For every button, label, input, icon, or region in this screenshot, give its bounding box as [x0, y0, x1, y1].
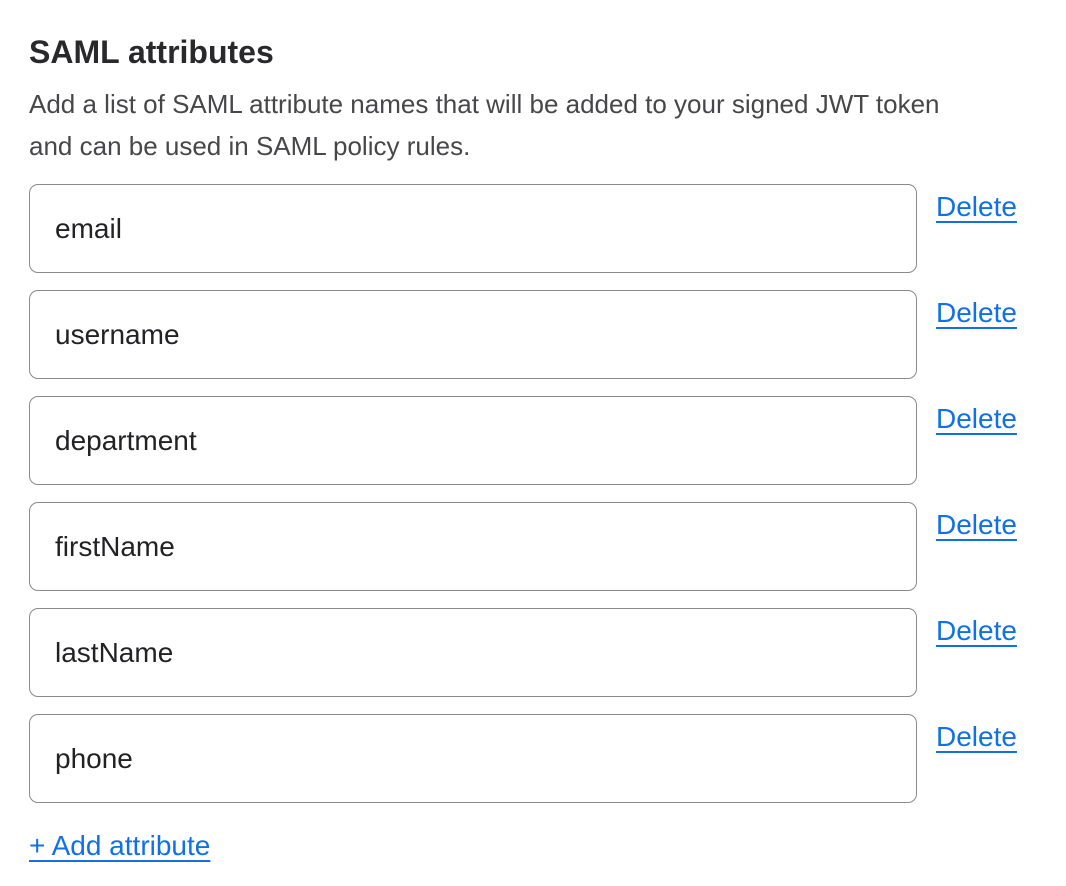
- saml-attributes-section: SAML attributes Add a list of SAML attri…: [0, 0, 1066, 886]
- delete-attribute-link[interactable]: Delete: [936, 190, 1017, 224]
- attribute-row: Delete: [29, 184, 1023, 273]
- delete-attribute-link[interactable]: Delete: [936, 614, 1017, 648]
- add-attribute-link[interactable]: + Add attribute: [29, 829, 210, 863]
- delete-attribute-link[interactable]: Delete: [936, 402, 1017, 436]
- attribute-input-lastname[interactable]: [29, 608, 917, 697]
- attribute-input-phone[interactable]: [29, 714, 917, 803]
- attribute-input-firstname[interactable]: [29, 502, 917, 591]
- delete-attribute-link[interactable]: Delete: [936, 720, 1017, 754]
- attribute-input-department[interactable]: [29, 396, 917, 485]
- attribute-input-email[interactable]: [29, 184, 917, 273]
- attribute-input-username[interactable]: [29, 290, 917, 379]
- section-description: Add a list of SAML attribute names that …: [29, 83, 969, 167]
- attribute-row: Delete: [29, 290, 1023, 379]
- delete-attribute-link[interactable]: Delete: [936, 508, 1017, 542]
- attribute-row: Delete: [29, 502, 1023, 591]
- section-title: SAML attributes: [29, 32, 1023, 72]
- delete-attribute-link[interactable]: Delete: [936, 296, 1017, 330]
- attribute-row: Delete: [29, 396, 1023, 485]
- attribute-row: Delete: [29, 608, 1023, 697]
- attribute-row: Delete: [29, 714, 1023, 803]
